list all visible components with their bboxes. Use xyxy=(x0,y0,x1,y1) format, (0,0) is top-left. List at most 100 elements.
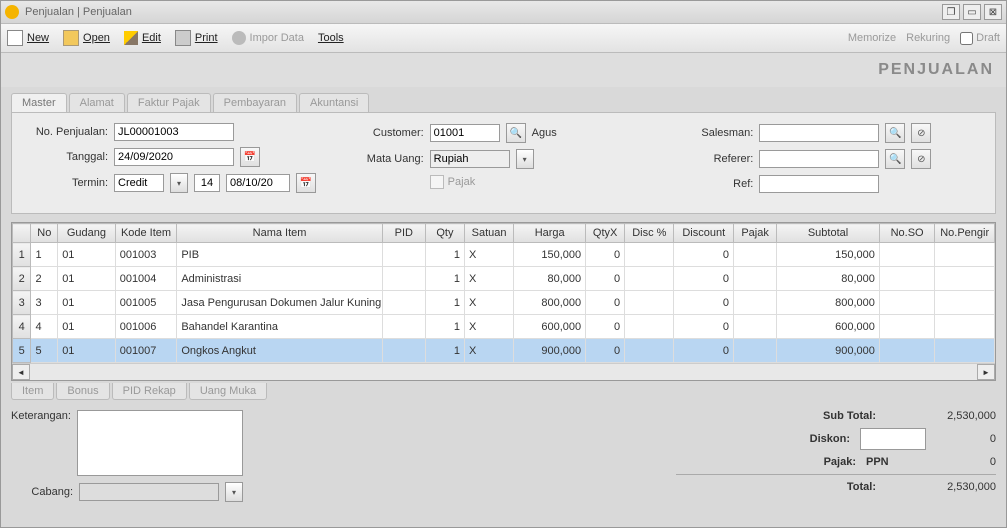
no-penjualan-input[interactable] xyxy=(114,123,234,141)
pajak-name: PPN xyxy=(866,456,926,468)
referer-label: Referer: xyxy=(683,153,753,165)
scroll-left-icon[interactable]: ◄ xyxy=(12,364,30,380)
termin-select[interactable] xyxy=(114,174,164,192)
diskon-value: 0 xyxy=(936,433,996,445)
termin-label: Termin: xyxy=(24,177,108,189)
header-tabs: Master Alamat Faktur Pajak Pembayaran Ak… xyxy=(11,93,996,112)
edit-icon xyxy=(124,31,138,45)
table-row[interactable]: 1101001003PIB1X150,00000150,000 xyxy=(13,243,995,267)
tanggal-input[interactable] xyxy=(114,148,234,166)
maximize-button[interactable]: ▭ xyxy=(963,4,981,20)
toolbar: New Open Edit Print Impor Data Tools Mem… xyxy=(1,24,1006,53)
diskon-input[interactable] xyxy=(860,428,926,450)
col-subtotal[interactable]: Subtotal xyxy=(777,224,880,243)
no-penjualan-label: No. Penjualan: xyxy=(24,126,108,138)
cabang-label: Cabang: xyxy=(11,486,73,498)
table-row[interactable]: 2201001004Administrasi1X80,0000080,000 xyxy=(13,267,995,291)
pajak-total-label: Pajak: xyxy=(766,456,856,468)
col-nama[interactable]: Nama Item xyxy=(177,224,382,243)
total-value: 2,530,000 xyxy=(886,481,996,493)
items-grid[interactable]: No Gudang Kode Item Nama Item PID Qty Sa… xyxy=(11,222,996,381)
col-gudang[interactable]: Gudang xyxy=(58,224,116,243)
termin-dropdown-icon[interactable]: ▾ xyxy=(170,173,188,193)
keterangan-label: Keterangan: xyxy=(11,410,71,476)
rekuring-button[interactable]: Rekuring xyxy=(906,32,950,44)
col-no[interactable]: No xyxy=(31,224,58,243)
open-button[interactable]: Open xyxy=(63,30,110,46)
cabang-select[interactable] xyxy=(79,483,219,501)
cabang-dropdown-icon[interactable]: ▾ xyxy=(225,482,243,502)
col-discount[interactable]: Discount xyxy=(674,224,734,243)
totals-panel: Sub Total:2,530,000 Diskon:0 Pajak:PPN0 … xyxy=(676,410,996,502)
tab-master[interactable]: Master xyxy=(11,93,67,112)
subtotal-label: Sub Total: xyxy=(786,410,876,422)
tab-akuntansi[interactable]: Akuntansi xyxy=(299,93,369,112)
tanggal-calendar-icon[interactable]: 📅 xyxy=(240,147,260,167)
tanggal-label: Tanggal: xyxy=(24,151,108,163)
tab-faktur-pajak[interactable]: Faktur Pajak xyxy=(127,93,211,112)
col-pajak[interactable]: Pajak xyxy=(734,224,777,243)
close-button[interactable]: ⊠ xyxy=(984,4,1002,20)
salesman-input[interactable] xyxy=(759,124,879,142)
total-label: Total: xyxy=(786,481,876,493)
page-banner: PENJUALAN xyxy=(1,53,1006,87)
tab-pembayaran[interactable]: Pembayaran xyxy=(213,93,297,112)
open-icon xyxy=(63,30,79,46)
draft-checkbox[interactable]: Draft xyxy=(960,32,1000,45)
tab-bonus[interactable]: Bonus xyxy=(56,383,109,400)
col-satuan[interactable]: Satuan xyxy=(464,224,513,243)
mata-uang-select[interactable] xyxy=(430,150,510,168)
customer-name: Agus xyxy=(532,127,557,139)
pajak-checkbox[interactable]: Pajak xyxy=(430,175,476,189)
grid-hscrollbar[interactable]: ◄ ► xyxy=(12,363,995,380)
ref-input[interactable] xyxy=(759,175,879,193)
salesman-label: Salesman: xyxy=(683,127,753,139)
mata-uang-dropdown-icon[interactable]: ▾ xyxy=(516,149,534,169)
scroll-right-icon[interactable]: ► xyxy=(977,364,995,380)
col-nopengir[interactable]: No.Pengir xyxy=(935,224,995,243)
customer-code-input[interactable] xyxy=(430,124,500,142)
termin-due-input[interactable] xyxy=(226,174,290,192)
restore-down-button[interactable]: ❐ xyxy=(942,4,960,20)
col-qty[interactable]: Qty xyxy=(425,224,464,243)
import-button[interactable]: Impor Data xyxy=(232,31,304,45)
referer-search-icon[interactable]: 🔍 xyxy=(885,149,905,169)
table-row[interactable]: 4401001006Bahandel Karantina1X600,000006… xyxy=(13,315,995,339)
tab-item[interactable]: Item xyxy=(11,383,54,400)
mata-uang-label: Mata Uang: xyxy=(354,153,424,165)
detail-tabs: Item Bonus PID Rekap Uang Muka xyxy=(11,383,996,400)
referer-input[interactable] xyxy=(759,150,879,168)
diskon-label: Diskon: xyxy=(760,433,850,445)
header-panel: No. Penjualan: Tanggal: 📅 Termin: ▾ 📅 Cu… xyxy=(11,112,996,214)
subtotal-value: 2,530,000 xyxy=(886,410,996,422)
col-qtyx[interactable]: QtyX xyxy=(586,224,625,243)
tab-uang-muka[interactable]: Uang Muka xyxy=(189,383,267,400)
ref-label: Ref: xyxy=(683,178,753,190)
titlebar: Penjualan | Penjualan ❐ ▭ ⊠ xyxy=(1,1,1006,24)
col-noso[interactable]: No.SO xyxy=(879,224,934,243)
customer-label: Customer: xyxy=(354,127,424,139)
referer-clear-icon[interactable]: ⊘ xyxy=(911,149,931,169)
table-row[interactable]: 3301001005Jasa Pengurusan Dokumen Jalur … xyxy=(13,291,995,315)
col-harga[interactable]: Harga xyxy=(514,224,586,243)
keterangan-input[interactable] xyxy=(77,410,243,476)
termin-calendar-icon[interactable]: 📅 xyxy=(296,173,316,193)
col-kode[interactable]: Kode Item xyxy=(115,224,177,243)
tab-pid-rekap[interactable]: PID Rekap xyxy=(112,383,187,400)
salesman-search-icon[interactable]: 🔍 xyxy=(885,123,905,143)
tools-button[interactable]: Tools xyxy=(318,32,344,44)
table-row[interactable]: 5501001007Ongkos Angkut1X900,00000900,00… xyxy=(13,339,995,363)
col-discp[interactable]: Disc % xyxy=(625,224,674,243)
termin-days-input[interactable] xyxy=(194,174,220,192)
salesman-clear-icon[interactable]: ⊘ xyxy=(911,123,931,143)
new-button[interactable]: New xyxy=(7,30,49,46)
col-pid[interactable]: PID xyxy=(382,224,425,243)
edit-button[interactable]: Edit xyxy=(124,31,161,45)
pajak-value: 0 xyxy=(936,456,996,468)
print-button[interactable]: Print xyxy=(175,30,218,46)
window-title: Penjualan | Penjualan xyxy=(25,6,939,18)
memorize-button[interactable]: Memorize xyxy=(848,32,896,44)
customer-search-icon[interactable]: 🔍 xyxy=(506,123,526,143)
tab-alamat[interactable]: Alamat xyxy=(69,93,125,112)
new-icon xyxy=(7,30,23,46)
